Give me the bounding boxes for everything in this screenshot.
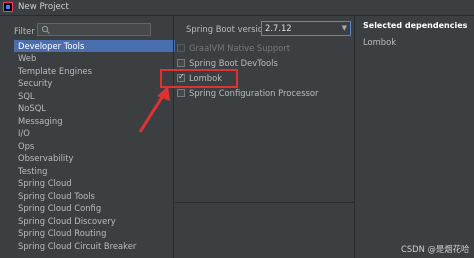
- spring-boot-version-select[interactable]: 2.7.12 ▼: [261, 21, 351, 36]
- category-item-template-engines[interactable]: Template Engines: [14, 65, 176, 77]
- search-icon: [41, 25, 50, 34]
- category-item-spring-cloud-discovery[interactable]: Spring Cloud Discovery: [14, 215, 176, 227]
- category-item-developer-tools[interactable]: Developer Tools: [14, 40, 176, 52]
- dependency-description-panel: [175, 203, 354, 258]
- category-item-web[interactable]: Web: [14, 52, 176, 64]
- spring-boot-version-value: 2.7.12: [265, 23, 292, 33]
- dependencies-pane: Spring Boot version 2.7.12 ▼ GraalVM Nat…: [175, 16, 354, 258]
- annotation-arrow-icon: [138, 86, 170, 133]
- title-bar: New Project: [0, 0, 474, 16]
- watermark: CSDN @是烟花哈: [401, 244, 470, 254]
- selected-dependencies-pane: Selected dependencies Lombok CSDN @是烟花哈: [355, 16, 474, 258]
- intellij-logo-icon: [3, 2, 13, 12]
- dependency-list: GraalVM Native Support Spring Boot DevTo…: [175, 42, 354, 202]
- category-list: Developer Tools Web Template Engines Sec…: [14, 40, 176, 258]
- window-title: New Project: [18, 2, 69, 12]
- category-item-ops[interactable]: Ops: [14, 140, 176, 152]
- selected-dependency-item[interactable]: Lombok: [363, 37, 396, 47]
- checkbox[interactable]: [177, 89, 185, 97]
- filter-input[interactable]: [37, 23, 151, 36]
- category-item-spring-cloud-config[interactable]: Spring Cloud Config: [14, 202, 176, 214]
- category-item-spring-cloud-routing[interactable]: Spring Cloud Routing: [14, 227, 176, 239]
- selected-dependencies-title: Selected dependencies: [363, 21, 468, 30]
- checkbox[interactable]: [177, 59, 185, 67]
- chevron-down-icon: ▼: [341, 24, 347, 32]
- category-item-testing[interactable]: Testing: [14, 165, 176, 177]
- filter-label: Filter: [14, 26, 35, 36]
- pane-divider[interactable]: [173, 16, 174, 258]
- checkbox: [177, 44, 185, 52]
- dependency-row-config-processor[interactable]: Spring Configuration Processor: [175, 87, 354, 100]
- dependency-label: GraalVM Native Support: [189, 43, 291, 53]
- category-item-observability[interactable]: Observability: [14, 152, 176, 164]
- category-item-spring-cloud[interactable]: Spring Cloud: [14, 177, 176, 189]
- dependency-label: Spring Configuration Processor: [189, 88, 319, 98]
- spring-boot-version-label: Spring Boot version: [186, 24, 269, 34]
- dependency-row-graalvm: GraalVM Native Support: [175, 42, 354, 55]
- categories-pane: Filter Developer Tools Web Template Engi…: [0, 16, 176, 258]
- category-item-spring-cloud-tools[interactable]: Spring Cloud Tools: [14, 190, 176, 202]
- category-item-spring-cloud-circuit-breaker[interactable]: Spring Cloud Circuit Breaker: [14, 240, 176, 252]
